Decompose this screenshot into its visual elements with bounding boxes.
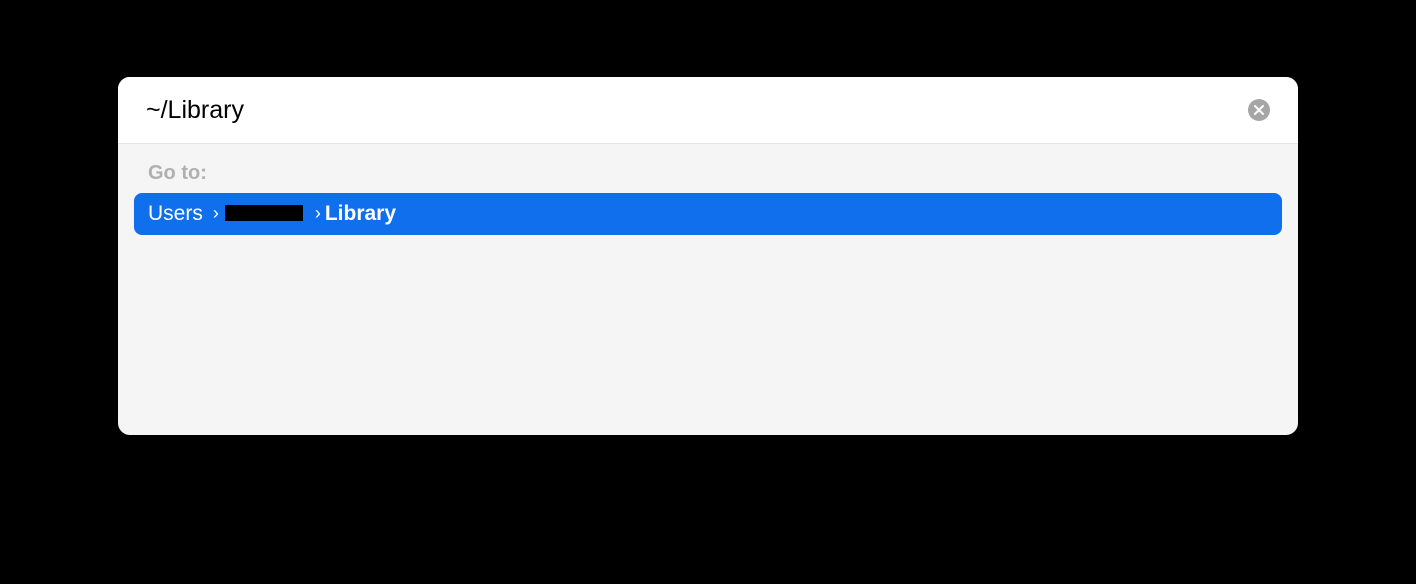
go-to-folder-dialog: Go to: Users › › Library (118, 77, 1298, 435)
path-result-row[interactable]: Users › › Library (134, 193, 1282, 235)
chevron-right-icon: › (213, 203, 219, 224)
results-area: Go to: Users › › Library (118, 144, 1298, 251)
path-segment-library: Library (325, 202, 396, 226)
path-segment-users: Users (148, 202, 203, 226)
close-icon (1254, 105, 1264, 115)
path-segment-redacted (225, 205, 303, 221)
input-row (118, 77, 1298, 144)
path-input[interactable] (146, 96, 1248, 125)
goto-section-label: Go to: (134, 162, 1282, 185)
clear-button[interactable] (1248, 99, 1270, 121)
chevron-right-icon: › (315, 203, 321, 224)
